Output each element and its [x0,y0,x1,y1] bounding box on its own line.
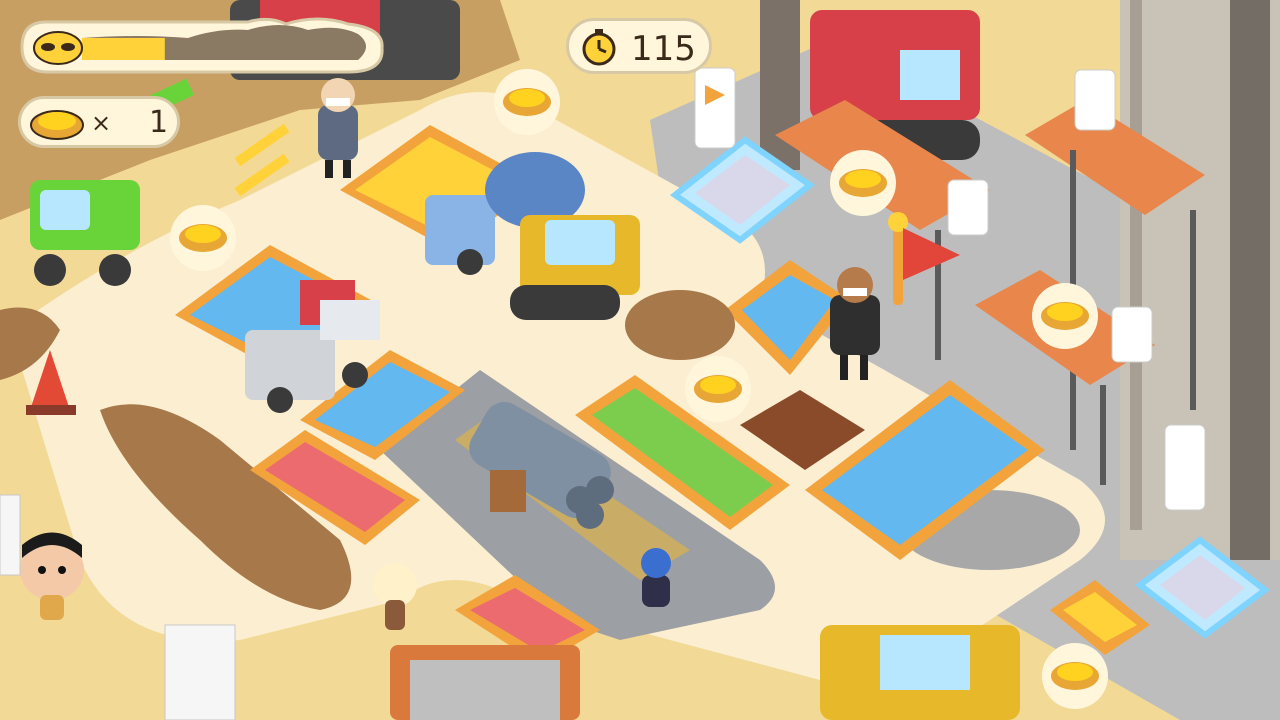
tart-count-value: 1 [149,105,169,140]
yellow-dump-truck [820,625,1020,720]
arrow-sign-2 [1074,69,1116,131]
arrow-sign-5 [1164,424,1206,511]
arrow-sign-3 [947,179,989,236]
tart-collectible-2[interactable] [170,205,236,271]
tart-collectible-4[interactable] [685,356,751,422]
arrow-sign-4 [1111,306,1153,363]
tart-collectible-6[interactable] [1042,643,1108,709]
timer-display: 115 [566,18,712,74]
game-scene [0,0,1280,720]
arrow-sign-1 [694,67,736,149]
tart-collectible-5[interactable] [1032,283,1098,349]
tart-counter: × 1 [18,96,180,148]
tart-collectible-3[interactable] [830,150,896,216]
timer-value: 115 [631,29,696,69]
progress-bar [18,16,386,78]
mask-icon [33,31,83,65]
tart-collectible-1[interactable] [494,69,560,135]
tart-icon [30,110,84,140]
rubble-bin [390,645,580,720]
multiplier-sign: × [91,109,112,137]
stopwatch-icon [582,29,616,66]
worker-helmet [641,548,671,607]
